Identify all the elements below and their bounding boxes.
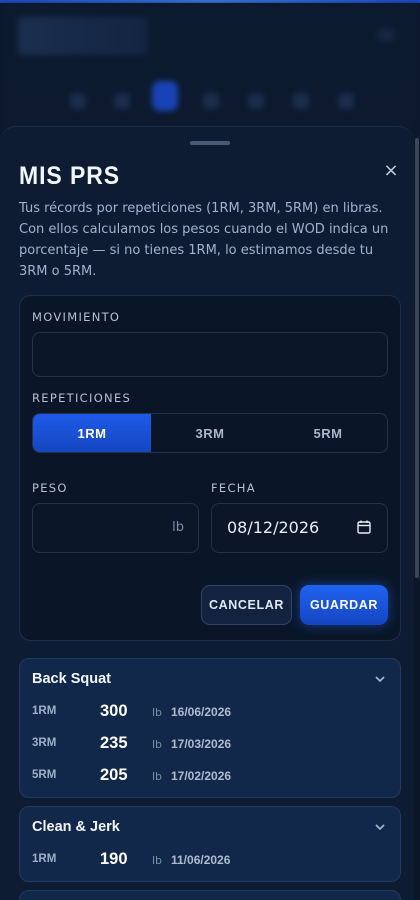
chevron-down-icon[interactable]	[374, 821, 386, 833]
pr-entry-rm: 3RM	[32, 737, 57, 749]
pr-entry-date: 17/02/2026	[171, 769, 232, 783]
nav-dot	[293, 93, 309, 109]
weight-unit: lb	[172, 520, 184, 535]
pr-card-title: Clean & Jerk	[32, 819, 120, 835]
reps-selector: 1RM 3RM 5RM	[32, 413, 388, 453]
nav-dot	[338, 93, 354, 109]
weight-label: PESO	[32, 481, 68, 495]
pr-entry-row: 5RM 205 lb 17/02/2026	[32, 766, 392, 786]
calendar-icon[interactable]	[357, 520, 371, 534]
pr-entry-value: 190	[100, 850, 128, 868]
pr-card-clean-and-jerk[interactable]: Clean & Jerk 1RM 190 lb 11/06/2026	[19, 806, 401, 882]
weight-input[interactable]: lb	[32, 503, 199, 553]
pr-form: MOVIMIENTO REPETICIONES 1RM 3RM 5RM PESO…	[19, 295, 401, 641]
reps-option-3rm[interactable]: 3RM	[151, 414, 269, 452]
cancel-button[interactable]: CANCELAR	[201, 585, 292, 625]
pr-entry-date: 17/03/2026	[171, 737, 232, 751]
reps-option-5rm[interactable]: 5RM	[269, 414, 387, 452]
scrollbar-thumb[interactable]	[415, 138, 419, 578]
pr-entry-value: 205	[100, 766, 128, 784]
pr-entry-rm: 5RM	[32, 769, 57, 781]
reps-label: REPETICIONES	[32, 391, 132, 405]
nav-dot	[70, 93, 86, 109]
pr-entry-unit: lb	[152, 854, 163, 867]
pr-card-next[interactable]	[19, 890, 401, 900]
sheet-title: MIS PRS	[19, 162, 121, 190]
reps-option-1rm[interactable]: 1RM	[33, 414, 151, 452]
pr-entry-row: 3RM 235 lb 17/03/2026	[32, 734, 392, 754]
pr-entry-row: 1RM 300 lb 16/06/2026	[32, 702, 392, 722]
date-input[interactable]: 08/12/2026	[211, 503, 388, 553]
save-button[interactable]: GUARDAR	[300, 585, 388, 625]
pr-entry-rm: 1RM	[32, 853, 57, 865]
movement-input[interactable]	[32, 332, 388, 377]
chevron-down-icon[interactable]	[374, 673, 386, 685]
nav-dot	[203, 93, 219, 109]
pr-card-title: Back Squat	[32, 671, 111, 687]
nav-dot	[114, 93, 130, 109]
pr-entry-date: 11/06/2026	[171, 853, 231, 867]
background-day-nav	[0, 79, 420, 125]
pr-entry-value: 235	[100, 734, 128, 752]
pr-entry-rm: 1RM	[32, 705, 57, 717]
pr-entry-date: 16/06/2026	[171, 705, 232, 719]
pr-entry-unit: lb	[152, 770, 163, 783]
nav-dot	[248, 93, 264, 109]
sheet-description: Tus récords por repeticiones (1RM, 3RM, …	[19, 201, 389, 279]
pr-entry-row: 1RM 190 lb 11/06/2026	[32, 850, 392, 870]
app-logo	[18, 17, 148, 55]
pr-entry-unit: lb	[152, 738, 163, 751]
header-menu-icon	[378, 29, 394, 41]
pr-card-back-squat[interactable]: Back Squat 1RM 300 lb 16/06/2026 3RM 235…	[19, 658, 401, 798]
nav-dot-active	[152, 81, 178, 111]
sheet-drag-handle[interactable]	[190, 141, 230, 145]
pr-entry-value: 300	[100, 702, 128, 720]
close-icon[interactable]: ×	[382, 160, 400, 182]
date-label: FECHA	[211, 481, 256, 495]
pr-entry-unit: lb	[152, 706, 163, 719]
movement-label: MOVIMIENTO	[32, 310, 121, 324]
date-input-value: 08/12/2026	[227, 518, 320, 537]
scrollbar[interactable]	[414, 138, 420, 900]
